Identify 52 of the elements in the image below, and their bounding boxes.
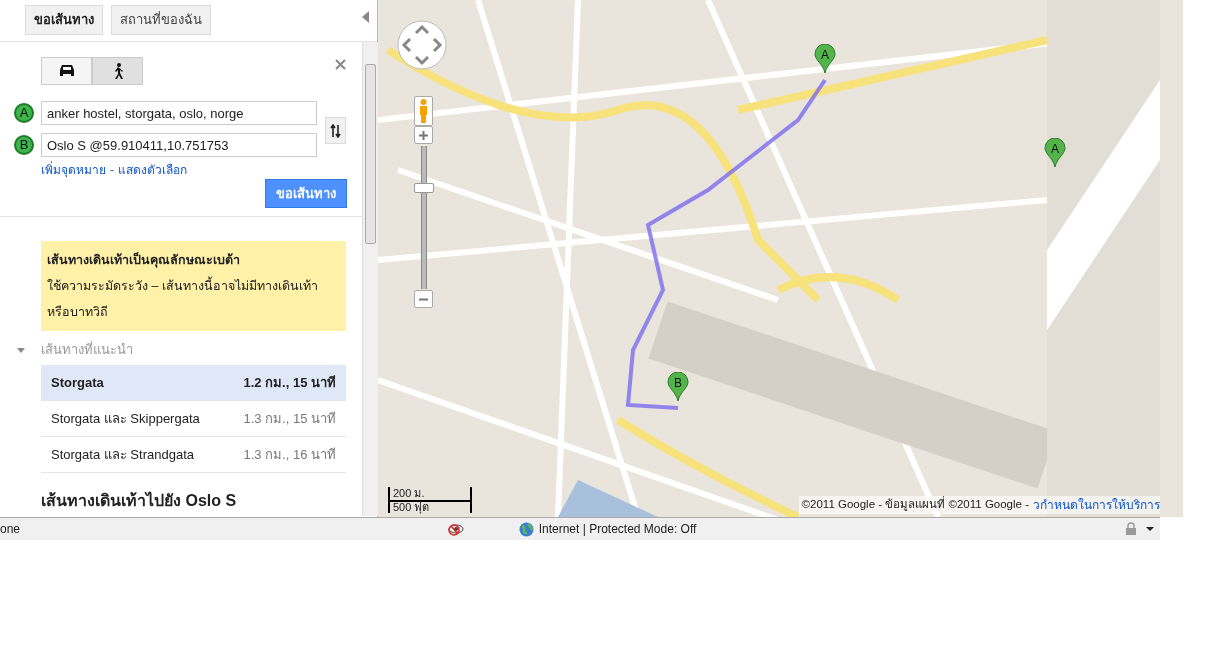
scrollbar[interactable] (362, 42, 378, 516)
privacy-eye-icon[interactable] (447, 522, 464, 536)
link-separator: - (110, 162, 114, 179)
lock-icon[interactable] (1124, 522, 1138, 536)
waypoint-marker: B (14, 135, 34, 155)
pegman-icon[interactable] (414, 96, 433, 126)
terms-link[interactable]: วกำหนดในการให้บริการ (1033, 496, 1160, 514)
zoom-in-button[interactable] (414, 126, 433, 144)
collapse-panel-icon[interactable] (362, 11, 369, 23)
map-marker[interactable]: A (1044, 138, 1066, 168)
show-options-link[interactable]: แสดงตัวเลือก (118, 161, 187, 179)
waypoint-input[interactable]: anker hostel, storgata, oslo, norge (41, 101, 317, 125)
add-destination-link[interactable]: เพิ่มจุดหมาย (41, 161, 106, 179)
dropdown-caret-icon[interactable] (1146, 527, 1154, 531)
route-name: Storgata และ Skippergata (51, 409, 200, 428)
pan-control[interactable] (397, 20, 447, 70)
expand-caret-icon[interactable] (17, 347, 25, 353)
warning-text: ใช้ความระมัดระวัง – เส้นทางนี้อาจไม่มีทางเดินเท้าหรือบาทวิถี (47, 273, 340, 325)
plus-icon (419, 130, 428, 140)
routes-heading: เส้นทางที่แนะนำ (41, 340, 133, 360)
route-summary: 1.2 กม., 15 นาที (243, 373, 336, 392)
status-zone-text: one (0, 521, 21, 538)
map-marker[interactable]: A (814, 44, 836, 74)
security-zone-text: Internet | Protected Mode: Off (538, 521, 697, 538)
map-copyright: ©2011 Google - ข้อมูลแผนที่ ©2011 Google - (801, 496, 1029, 513)
map-marker[interactable]: B (667, 372, 689, 402)
scrollbar-thumb[interactable] (365, 64, 376, 244)
route-summary: 1.3 กม., 16 นาที (243, 445, 336, 464)
travel-mode-button[interactable] (92, 57, 143, 85)
scale-label: 200 ม. (392, 487, 426, 499)
globe-icon (518, 521, 534, 537)
swap-arrows-icon (330, 123, 341, 138)
waypoint-input[interactable]: Oslo S @59.910411,10.751753 (41, 133, 317, 157)
waypoint-marker: A (14, 103, 34, 123)
route-option[interactable]: Storgata และ Strandgata 1.3 กม., 16 นาที (41, 437, 346, 473)
zoom-slider-thumb[interactable] (414, 183, 434, 193)
close-icon[interactable] (335, 59, 346, 70)
route-summary: 1.3 กม., 15 นาที (243, 409, 336, 428)
swap-button[interactable] (325, 117, 346, 144)
tab-button[interactable]: สถานที่ของฉัน (111, 5, 211, 35)
minus-icon (419, 297, 428, 301)
zoom-out-button[interactable] (414, 290, 433, 308)
route-option[interactable]: Storgata 1.2 กม., 15 นาที (41, 365, 346, 401)
travel-mode-button[interactable] (41, 57, 92, 85)
car-icon (58, 64, 75, 78)
warning-title: เส้นทางเดินเท้าเป็นคุณลักษณะเบต้า (47, 251, 241, 270)
route-option[interactable]: Storgata และ Skippergata 1.3 กม., 15 นาที (41, 401, 346, 437)
route-name: Storgata (51, 373, 104, 392)
route-name: Storgata และ Strandgata (51, 445, 194, 464)
directions-title: เส้นทางเดินเท้าไปยัง Oslo S (41, 490, 238, 511)
scale-label: 500 ฟุต (392, 501, 431, 513)
tab-button[interactable]: ขอเส้นทาง (25, 5, 103, 35)
